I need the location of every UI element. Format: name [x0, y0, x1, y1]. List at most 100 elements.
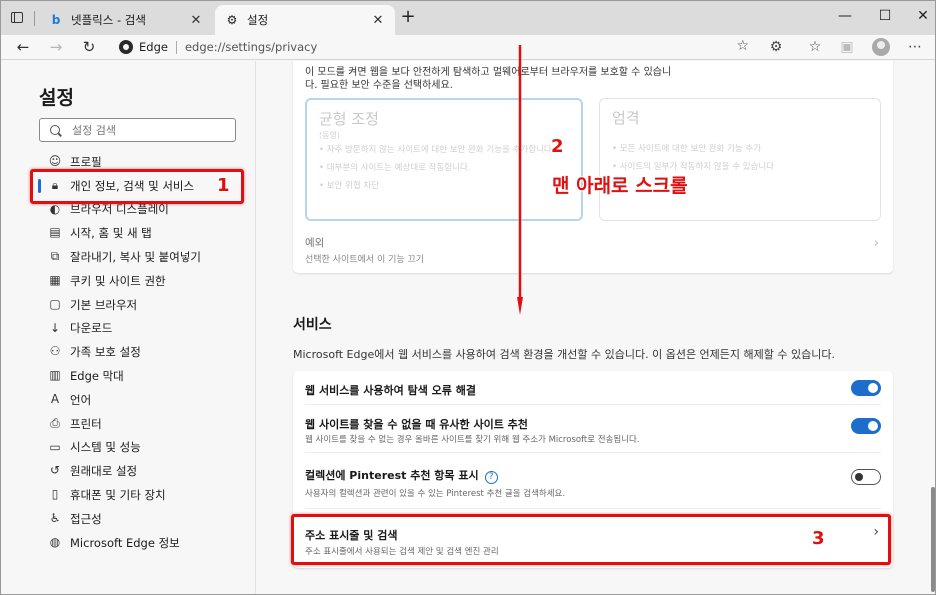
cookie-icon: ▦ [49, 272, 61, 287]
sidebar-item-cookies[interactable]: ▦ 쿠키 및 사이트 권한 [1, 269, 256, 293]
sidebar-item-system[interactable]: ▭ 시스템 및 성능 [1, 436, 256, 460]
sidebar-item-label: 기본 브라우저 [70, 297, 138, 312]
mode-bullets: 자주 방문하지 않는 사이트에 대한 보안 완화 기능을 추가합니다. 대부분의… [319, 144, 569, 198]
sidebar-title: 설정 [39, 87, 74, 109]
collections-icon[interactable]: ▣ [837, 37, 857, 57]
mode-subtitle: (동영) [319, 131, 340, 140]
sidebar-item-accessibility[interactable]: ♿︎ 접근성 [1, 507, 256, 531]
row-title-text: 컬렉션에 Pinterest 추천 항목 표시 [305, 469, 479, 482]
display-icon: ◐ [49, 201, 61, 216]
close-tab-icon[interactable]: ✕ [371, 13, 385, 28]
new-tab-icon[interactable]: + [399, 8, 417, 27]
sidebar-item-reset[interactable]: ↺ 원래대로 설정 [1, 459, 256, 483]
address-bar[interactable]: Edge edge://settings/privacy ☆ [109, 36, 761, 58]
nav-errors-toggle[interactable] [851, 380, 881, 396]
home-icon: ▤ [49, 225, 61, 240]
sidebar-item-label: 시스템 및 성능 [70, 440, 141, 455]
sidebar-item-label: 프로필 [70, 154, 102, 169]
service-row-address-bar[interactable]: 주소 표시줄 및 검색 주소 표시줄에서 사용되는 검색 제안 및 검색 엔진 … [293, 509, 893, 564]
sidebar-item-label: Microsoft Edge 정보 [70, 535, 180, 550]
settings-search-input[interactable]: 설정 검색 [39, 118, 236, 142]
mode-bullets: 모든 사이트에 대한 보안 완화 기능 추가 사이트의 일부가 작동하지 않을 … [612, 143, 862, 179]
sidebar-item-default-browser[interactable]: ▢ 기본 브라우저 [1, 293, 256, 317]
tab-title: 설정 [247, 13, 269, 27]
sidebar-item-label: Edge 막대 [70, 369, 124, 384]
language-icon: A [50, 391, 60, 406]
tab-separator [34, 11, 35, 26]
avatar[interactable] [872, 38, 890, 56]
row-title: 웹 사이트를 찾을 수 없을 때 유사한 사이트 추천 [305, 418, 528, 431]
row-subtitle: 사용자의 컬렉션과 관련이 있을 수 있는 Pinterest 추천 글을 검색… [305, 489, 566, 499]
tracking-prevention-card: 이 모드를 켜면 웹을 보다 안전하게 탐색하고 멀웨어로부터 브라우저를 보호… [293, 61, 893, 273]
sidebar-item-label: 원래대로 설정 [70, 464, 138, 479]
mode-bullet: 보안 위협 차단 [319, 180, 569, 192]
back-icon[interactable]: ← [13, 37, 33, 57]
intro-line: 다. 필요한 보안 수준을 선택하세요. [305, 80, 453, 91]
mode-bullet: 사이트의 일부가 작동하지 않을 수 있습니다 [612, 161, 862, 173]
download-icon: ↓ [49, 320, 61, 335]
mode-balanced[interactable]: 균형 조정 (동영) 자주 방문하지 않는 사이트에 대한 보안 완화 기능을 … [305, 98, 583, 221]
security-intro: 이 모드를 켜면 웹을 보다 안전하게 탐색하고 멀웨어로부터 브라우저를 보호… [305, 66, 885, 92]
browser-icon: ▢ [49, 296, 61, 311]
pinterest-toggle[interactable] [851, 469, 881, 485]
sidebar-item-language[interactable]: A 언어 [1, 388, 256, 412]
sidebar-nav: ☺ 프로필 🔒︎ 개인 정보, 검색 및 서비스 ◐ 브라우저 디스플레이 ▤ 시작, … [1, 150, 256, 555]
tab-netflix-search[interactable]: b 넷플릭스 - 검색 ✕ [39, 5, 213, 35]
search-placeholder: 설정 검색 [72, 124, 116, 137]
intro-line: 이 모드를 켜면 웹을 보다 안전하게 탐색하고 멀웨어로부터 브라우저를 보호… [305, 67, 672, 78]
chevron-right-icon[interactable]: › [873, 524, 879, 540]
tab-actions-icon[interactable] [9, 10, 27, 26]
tab-settings[interactable]: ⚙ 설정 ✕ [215, 5, 395, 35]
printer-icon: ⎙ [50, 415, 60, 430]
search-icon [50, 125, 60, 135]
tab-title: 넷플릭스 - 검색 [71, 13, 146, 27]
accessibility-icon: ♿︎ [49, 510, 61, 525]
sidebar-item-printers[interactable]: ⎙ 프린터 [1, 412, 256, 436]
phone-icon: ▯ [51, 487, 59, 502]
sidebar-item-downloads[interactable]: ↓ 다운로드 [1, 317, 256, 341]
maximize-button[interactable]: ☐ [875, 7, 895, 27]
sidebar-item-label: 시작, 홈 및 새 탭 [70, 226, 152, 241]
sidebar-item-family[interactable]: ⚇ 가족 보호 설정 [1, 340, 256, 364]
more-menu-icon[interactable]: ⋯ [905, 37, 925, 57]
row-title: 주소 표시줄 및 검색 [305, 529, 398, 542]
sidebar-item-label: 휴대폰 및 기타 장치 [70, 488, 166, 503]
main-scrollbar[interactable] [928, 61, 935, 594]
extensions-icon[interactable]: ⚙ [766, 37, 786, 57]
sidebar-item-clipboard[interactable]: ⧉ 잘라내기, 복사 및 붙여넣기 [1, 245, 256, 269]
exceptions-subtitle: 선택한 사이트에서 이 기능 끄기 [305, 255, 425, 265]
row-subtitle: 웹 사이트를 찾을 수 없는 경우 올바른 사이트를 찾기 위해 웹 주소가 M… [305, 435, 640, 445]
sidebar-item-label: 언어 [70, 392, 92, 407]
profile-icon: ☺ [48, 154, 62, 168]
sidebar-item-phone[interactable]: ▯ 휴대폰 및 기타 장치 [1, 483, 256, 507]
scrollbar-thumb[interactable] [931, 487, 935, 592]
exceptions-title[interactable]: 예외 [305, 235, 324, 250]
sidebar-item-privacy[interactable]: 🔒︎ 개인 정보, 검색 및 서비스 [1, 174, 256, 198]
close-tab-icon[interactable]: ✕ [189, 13, 203, 28]
close-window-button[interactable]: ✕ [913, 7, 933, 27]
sidebar-item-about[interactable]: ◍ Microsoft Edge 정보 [1, 531, 256, 555]
sidebar-item-display[interactable]: ◐ 브라우저 디스플레이 [1, 198, 256, 222]
sidebar-item-label: 개인 정보, 검색 및 서비스 [70, 178, 195, 193]
favorites-icon[interactable]: ☆ [805, 37, 825, 57]
sidebar-item-edge-bar[interactable]: ▥ Edge 막대 [1, 364, 256, 388]
forward-icon[interactable]: → [46, 37, 66, 57]
mode-bullet: 대부분의 사이트는 예상대로 작동합니다. [319, 162, 569, 174]
row-subtitle: 주소 표시줄에서 사용되는 검색 제안 및 검색 엔진 관리 [305, 547, 499, 557]
help-icon[interactable]: ? [484, 471, 498, 484]
services-title: 서비스 [293, 317, 332, 333]
sidebar-item-label: 가족 보호 설정 [70, 345, 141, 360]
minimize-button[interactable]: — [835, 7, 855, 27]
favorite-star-icon[interactable]: ☆ [736, 38, 749, 54]
chevron-right-icon[interactable]: › [874, 236, 879, 251]
sidebar-item-profile[interactable]: ☺ 프로필 [1, 150, 256, 174]
refresh-icon[interactable]: ↻ [79, 37, 99, 57]
family-icon: ⚇ [49, 344, 61, 359]
bing-icon: b [51, 13, 61, 27]
sidebar-item-start-home[interactable]: ▤ 시작, 홈 및 새 탭 [1, 221, 256, 245]
sidebar-item-label: 쿠키 및 사이트 권한 [70, 273, 166, 288]
sidebar-item-label: 접근성 [70, 511, 102, 526]
similar-sites-toggle[interactable] [851, 418, 881, 434]
mode-strict[interactable]: 엄격 모든 사이트에 대한 보안 완화 기능 추가 사이트의 일부가 작동하지 … [599, 98, 881, 221]
address-url[interactable]: edge://settings/privacy [185, 40, 317, 54]
